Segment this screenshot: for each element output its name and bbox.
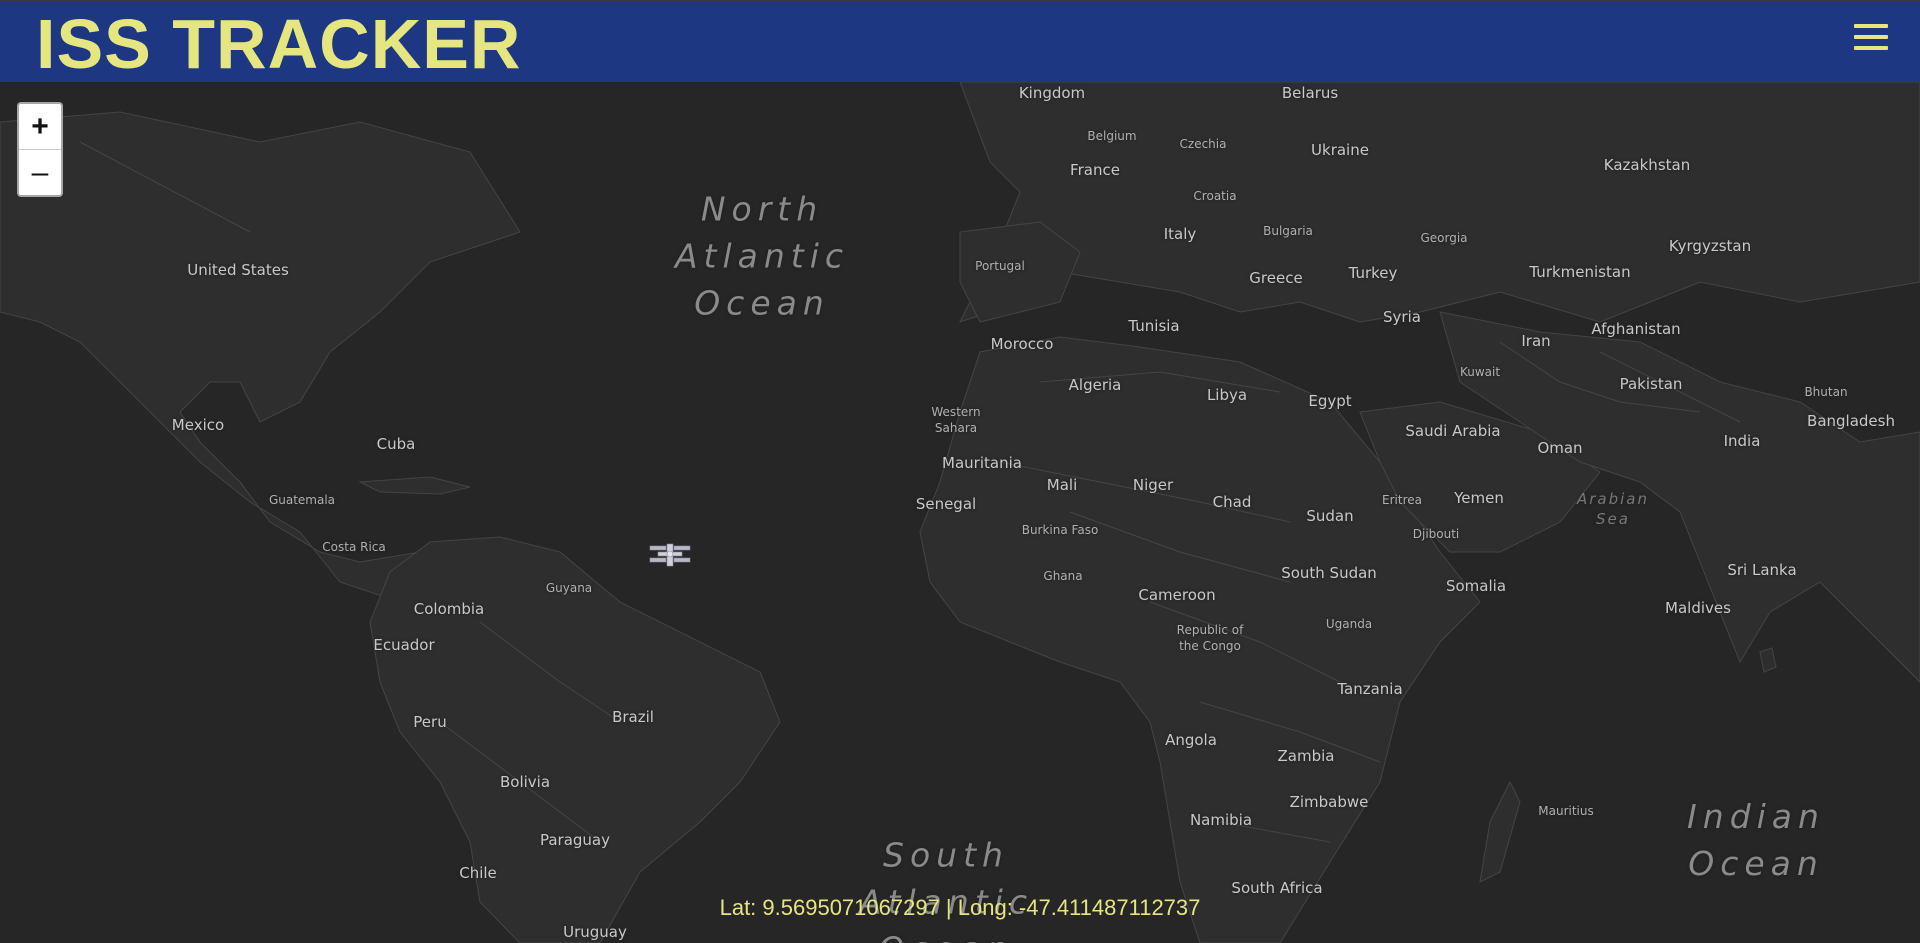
label-eritrea: Eritrea (1382, 493, 1422, 507)
label-north-atlantic-ocean: North Atlantic Ocean (674, 189, 850, 323)
label-peru: Peru (413, 713, 447, 731)
label-senegal: Senegal (915, 495, 977, 513)
label-bangladesh: Bangladesh (1807, 412, 1895, 430)
label-morocco: Morocco (990, 335, 1054, 353)
label-tunisia: Tunisia (1128, 317, 1180, 335)
label-ecuador: Ecuador (373, 636, 435, 654)
label-mauritius: Mauritius (1538, 804, 1594, 818)
zoom-control: + – (17, 102, 63, 197)
label-united-states: United States (187, 261, 289, 279)
label-western-sahara: Western Sahara (931, 405, 981, 435)
label-croatia: Croatia (1193, 189, 1237, 203)
label-belarus: Belarus (1281, 84, 1339, 102)
label-libya: Libya (1206, 386, 1248, 404)
label-ghana: Ghana (1043, 569, 1083, 583)
label-indian-ocean: Indian Ocean (1687, 797, 1825, 883)
label-italy: Italy (1163, 225, 1197, 243)
label-south-atlantic-ocean: South Atlantic Ocean (858, 835, 1034, 943)
label-pakistan: Pakistan (1619, 375, 1683, 393)
label-somalia: Somalia (1445, 577, 1507, 595)
label-uganda: Uganda (1325, 617, 1373, 631)
label-colombia: Colombia (413, 600, 485, 618)
label-kyrgyzstan: Kyrgyzstan (1668, 237, 1752, 255)
label-france: France (1070, 161, 1120, 179)
label-sri-lanka: Sri Lanka (1727, 561, 1797, 579)
position-readout: Lat: 9.5695071067297 | Long: -47.4114871… (719, 895, 1201, 920)
label-georgia: Georgia (1420, 231, 1468, 245)
label-paraguay: Paraguay (539, 831, 611, 849)
label-guyana: Guyana (545, 581, 593, 595)
label-cuba: Cuba (376, 435, 416, 453)
app-title: ISS TRACKER (36, 5, 522, 83)
label-oman: Oman (1537, 439, 1583, 457)
label-india: India (1723, 432, 1761, 450)
label-mexico: Mexico (171, 416, 225, 434)
label-republic-of-the-congo: Republic of the Congo (1176, 623, 1244, 653)
label-iran: Iran (1521, 332, 1551, 350)
label-czechia: Czechia (1179, 137, 1227, 151)
label-algeria: Algeria (1068, 376, 1122, 394)
label-zambia: Zambia (1277, 747, 1335, 765)
label-egypt: Egypt (1308, 392, 1352, 410)
world-map[interactable]: Kingdom Belarus Belgium Czechia Ukraine … (0, 82, 1920, 943)
label-maldives: Maldives (1665, 599, 1731, 617)
label-costa-rica: Costa Rica (322, 540, 386, 554)
label-afghanistan: Afghanistan (1591, 320, 1681, 338)
label-turkey: Turkey (1348, 264, 1398, 282)
label-kazakhstan: Kazakhstan (1603, 156, 1691, 174)
label-chad: Chad (1212, 493, 1252, 511)
label-mali: Mali (1046, 476, 1078, 494)
label-burkina-faso: Burkina Faso (1021, 523, 1099, 537)
label-cameroon: Cameroon (1138, 586, 1216, 604)
label-sudan: Sudan (1306, 507, 1354, 525)
zoom-out-button[interactable]: – (19, 150, 61, 195)
label-saudi-arabia: Saudi Arabia (1405, 422, 1501, 440)
label-yemen: Yemen (1454, 489, 1504, 507)
label-niger: Niger (1132, 476, 1174, 494)
hamburger-menu-icon[interactable] (1854, 24, 1888, 58)
label-mauritania: Mauritania (942, 454, 1022, 472)
label-namibia: Namibia (1189, 811, 1253, 829)
app-header: ISS TRACKER (0, 0, 1920, 83)
label-ukraine: Ukraine (1311, 141, 1369, 159)
zoom-in-button[interactable]: + (19, 104, 61, 150)
label-angola: Angola (1165, 731, 1217, 749)
label-chile: Chile (459, 864, 497, 882)
label-turkmenistan: Turkmenistan (1529, 263, 1631, 281)
label-zimbabwe: Zimbabwe (1289, 793, 1369, 811)
label-djibouti: Djibouti (1412, 527, 1460, 541)
label-united-kingdom: Kingdom (1018, 84, 1086, 102)
label-bulgaria: Bulgaria (1263, 224, 1313, 238)
label-portugal: Portugal (975, 259, 1025, 273)
label-syria: Syria (1383, 308, 1421, 326)
label-south-sudan: South Sudan (1281, 564, 1377, 582)
label-brazil: Brazil (612, 708, 654, 726)
label-arabian-sea: Arabian Sea (1576, 490, 1650, 528)
label-kuwait: Kuwait (1459, 365, 1501, 379)
label-bolivia: Bolivia (499, 773, 551, 791)
label-belgium: Belgium (1087, 129, 1137, 143)
label-greece: Greece (1249, 269, 1303, 287)
label-uruguay: Uruguay (563, 923, 627, 941)
label-tanzania: Tanzania (1337, 680, 1403, 698)
iss-station-icon[interactable] (648, 540, 692, 570)
label-bhutan: Bhutan (1804, 385, 1848, 399)
label-guatemala: Guatemala (268, 493, 336, 507)
